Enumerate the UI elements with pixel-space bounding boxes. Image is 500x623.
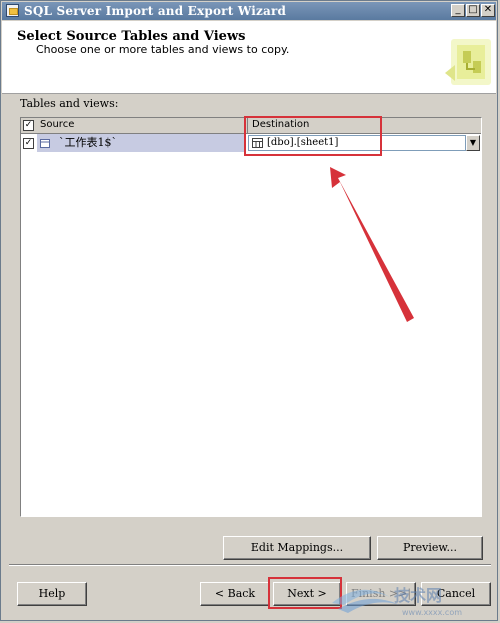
annotation-arrow-icon xyxy=(330,167,414,322)
watermark-logo: 技术网 www.xxxx.com xyxy=(332,586,462,617)
watermark-text: 技术网 xyxy=(394,586,442,605)
watermark-subtext: www.xxxx.com xyxy=(402,608,462,617)
